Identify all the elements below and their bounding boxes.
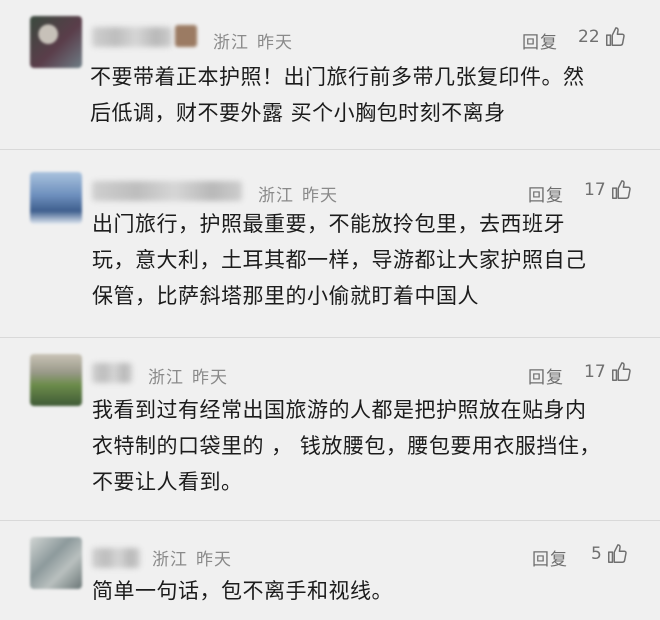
avatar[interactable]: [30, 16, 82, 68]
comment-text-line: 玩，意大利，土耳其都一样，导游都让大家护照自己: [92, 248, 587, 272]
comment-text-line: 不要让人看到。: [92, 470, 243, 494]
avatar-image: [30, 172, 82, 224]
thumbs-up-icon: [607, 544, 627, 563]
username-blurred[interactable]: [92, 363, 132, 383]
like-button[interactable]: 17: [584, 179, 632, 201]
username-blurred[interactable]: [92, 548, 140, 568]
thumbs-up-icon: [611, 180, 631, 199]
comment-text: 我看到过有经常出国旅游的人都是把护照放在贴身内 衣特制的口袋里的 ， 钱放腰包，…: [92, 392, 601, 500]
comment-text-line: 我看到过有经常出国旅游的人都是把护照放在贴身内: [92, 398, 587, 422]
comment-text-line: 出门旅行，护照最重要，不能放拎包里，去西班牙: [92, 212, 565, 236]
comment-item: 浙江 昨天 回复 5 简单一句话，包不离手和视线。: [0, 521, 660, 620]
comment-text-line: 不要带着正本护照！出门旅行前多带几张复印件。然: [90, 65, 585, 89]
reply-button[interactable]: 回复: [528, 181, 564, 206]
user-badge-blurred: [175, 25, 197, 47]
username-blurred[interactable]: [92, 27, 172, 47]
avatar[interactable]: [30, 537, 82, 589]
avatar-image: [30, 354, 82, 406]
like-button[interactable]: 17: [584, 361, 632, 383]
comment-item: 浙江 昨天 回复 17 出门旅行，护照最重要，不能放拎包里，去西班牙 玩，意大利…: [0, 150, 660, 340]
avatar-image: [30, 537, 82, 589]
like-button[interactable]: 5: [591, 543, 628, 565]
avatar-image: [30, 16, 82, 68]
like-count: 17: [584, 180, 606, 200]
comment-list: 浙江 昨天 回复 22 不要带着正本护照！出门旅行前多带几张复印件。然 后低调，…: [0, 0, 660, 620]
reply-button[interactable]: 回复: [532, 545, 568, 570]
like-count: 17: [584, 362, 606, 382]
comment-text: 简单一句话，包不离手和视线。: [92, 573, 393, 609]
avatar[interactable]: [30, 172, 82, 224]
comment-text-line: 衣特制的口袋里的 ， 钱放腰包，腰包要用衣服挡住，: [92, 434, 601, 458]
avatar[interactable]: [30, 354, 82, 406]
like-button[interactable]: 22: [578, 26, 626, 48]
comment-time: 昨天: [302, 186, 338, 206]
comment-item: 浙江 昨天 回复 22 不要带着正本护照！出门旅行前多带几张复印件。然 后低调，…: [0, 0, 660, 130]
comment-time: 昨天: [192, 368, 228, 388]
like-count: 22: [578, 27, 600, 47]
comment-text: 出门旅行，护照最重要，不能放拎包里，去西班牙 玩，意大利，土耳其都一样，导游都让…: [92, 206, 587, 314]
comment-text-line: 后低调，财不要外露 买个小胸包时刻不离身: [90, 101, 506, 125]
comment-text: 不要带着正本护照！出门旅行前多带几张复印件。然 后低调，财不要外露 买个小胸包时…: [90, 59, 585, 131]
like-count: 5: [591, 544, 602, 564]
reply-button[interactable]: 回复: [522, 28, 558, 53]
username-blurred[interactable]: [92, 181, 242, 201]
comment-region: 浙江: [148, 368, 184, 388]
thumbs-up-icon: [611, 362, 631, 381]
comment-time: 昨天: [196, 550, 232, 570]
comment-region: 浙江: [152, 550, 188, 570]
comment-item: 浙江 昨天 回复 17 我看到过有经常出国旅游的人都是把护照放在贴身内 衣特制的…: [0, 338, 660, 528]
comment-region: 浙江: [213, 33, 249, 53]
comment-region: 浙江: [258, 186, 294, 206]
thumbs-up-icon: [605, 27, 625, 46]
comment-text-line: 简单一句话，包不离手和视线。: [92, 579, 393, 603]
comment-text-line: 保管，比萨斜塔那里的小偷就盯着中国人: [92, 284, 479, 308]
reply-button[interactable]: 回复: [528, 363, 564, 388]
comment-time: 昨天: [257, 33, 293, 53]
